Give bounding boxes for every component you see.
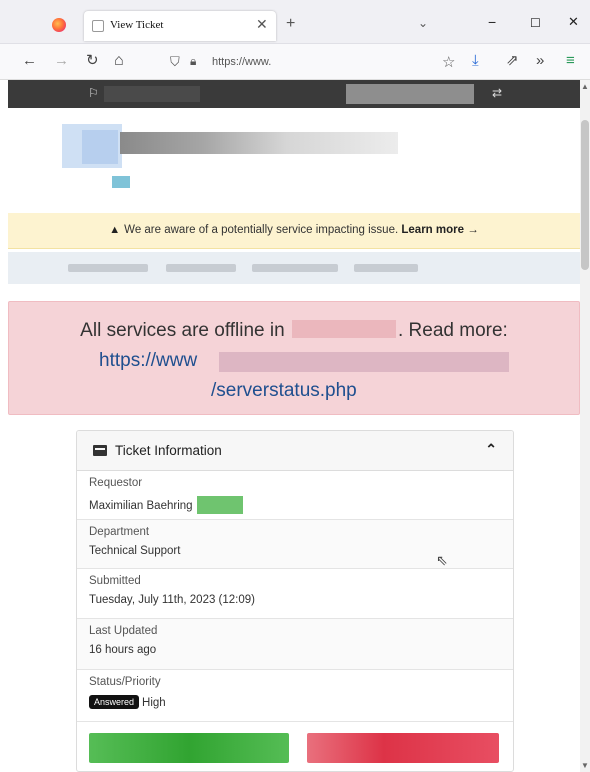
shuffle-icon[interactable]: ⇄ xyxy=(492,86,502,100)
field-label: Last Updated xyxy=(89,625,158,637)
extensions-icon[interactable]: ⇗ xyxy=(506,53,519,69)
server-status-link[interactable]: https://www xyxy=(99,350,197,372)
outage-text-before: All services are offline in xyxy=(80,320,285,341)
ticket-information-card: Ticket Information ⌃ Requestor Maximilia… xyxy=(76,430,514,772)
nav-item[interactable] xyxy=(166,264,236,272)
scroll-up-arrow-icon[interactable]: ▲ xyxy=(581,82,589,91)
field-label: Status/Priority xyxy=(89,676,161,688)
field-label: Requestor xyxy=(89,477,143,489)
page-favicon-icon xyxy=(92,20,104,32)
warning-icon: ▲ xyxy=(109,224,121,236)
browser-tab-strip: View Ticket ✕ + ⌄ − ☐ ✕ xyxy=(0,0,590,44)
last-updated-row: Last Updated 16 hours ago xyxy=(77,619,513,670)
home-button[interactable]: ⌂ xyxy=(114,53,124,69)
outage-banner: All services are offline in . Read more:… xyxy=(8,301,580,415)
lock-icon[interactable]: 🔒︎ xyxy=(190,54,196,69)
close-tab-icon[interactable]: ✕ xyxy=(256,16,268,33)
reply-button[interactable] xyxy=(89,733,289,763)
site-logo-text xyxy=(120,132,398,154)
requestor-value: Maximilian Baehring xyxy=(89,496,243,514)
field-label: Submitted xyxy=(89,575,141,587)
tab-view-ticket[interactable]: View Ticket ✕ xyxy=(84,11,276,41)
forward-button[interactable]: → xyxy=(54,53,69,69)
status-priority-row: Status/Priority Answered High xyxy=(77,670,513,722)
close-window-button[interactable]: ✕ xyxy=(568,14,579,30)
outage-message: All services are offline in . Read more: xyxy=(9,320,579,342)
maximize-button[interactable]: ☐ xyxy=(530,16,541,30)
service-notice-bar: ▲ We are aware of a potentially service i… xyxy=(8,213,580,249)
requestor-name: Maximilian Baehring xyxy=(89,500,193,512)
address-bar[interactable]: ⛉ 🔒︎ https://www. ☆ xyxy=(160,49,462,75)
nav-item[interactable] xyxy=(252,264,338,272)
server-status-link-path[interactable]: /serverstatus.php xyxy=(211,380,357,402)
url-text[interactable]: https://www. xyxy=(212,56,271,68)
reload-button[interactable]: ↻ xyxy=(86,53,99,69)
app-menu-icon[interactable]: ≡ xyxy=(566,53,575,69)
site-logo-mark xyxy=(82,130,118,164)
nav-item[interactable] xyxy=(354,264,418,272)
firefox-icon[interactable] xyxy=(52,18,66,32)
card-header[interactable]: Ticket Information ⌃ xyxy=(77,431,513,471)
new-tab-button[interactable]: + xyxy=(286,15,295,33)
close-ticket-button[interactable] xyxy=(307,733,499,763)
page-scrollbar[interactable]: ▲ ▼ xyxy=(580,80,590,772)
nav-item[interactable] xyxy=(68,264,148,272)
scroll-down-arrow-icon[interactable]: ▼ xyxy=(581,761,589,770)
minimize-button[interactable]: − xyxy=(488,14,496,30)
department-value: Technical Support xyxy=(89,545,181,557)
collapse-chevron-icon[interactable]: ⌃ xyxy=(485,441,497,458)
outage-text-after: . Read more: xyxy=(397,320,508,341)
learn-more-link[interactable]: Learn more → xyxy=(401,224,478,236)
redacted-region xyxy=(104,86,200,102)
status-priority-value: Answered High xyxy=(89,695,166,709)
field-label: Department xyxy=(89,526,150,538)
secondary-navigation xyxy=(8,252,580,284)
downloads-icon[interactable]: ⤓ xyxy=(472,53,479,69)
back-button[interactable]: ← xyxy=(22,53,37,69)
card-title: Ticket Information xyxy=(115,443,222,458)
id-card-icon xyxy=(93,445,107,456)
submitted-value: Tuesday, July 11th, 2023 (12:09) xyxy=(89,594,255,606)
list-tabs-chevron-icon[interactable]: ⌄ xyxy=(418,16,428,30)
overflow-menu-icon[interactable]: » xyxy=(536,53,544,69)
requestor-row: Requestor Maximilian Baehring xyxy=(77,471,513,520)
status-badge: Answered xyxy=(89,695,140,709)
priority-value: High xyxy=(142,697,166,709)
site-top-bar: ⚐ ⇄ xyxy=(8,80,580,108)
tracking-protection-shield-icon[interactable]: ⛉ xyxy=(170,54,180,70)
redacted-region xyxy=(291,320,396,338)
submitted-row: Submitted Tuesday, July 11th, 2023 (12:0… xyxy=(77,569,513,619)
notice-text: We are aware of a potentially service im… xyxy=(124,224,399,236)
site-logo-sub xyxy=(112,176,130,188)
browser-navigation-bar: ← → ↻ ⌂ ⛉ 🔒︎ https://www. ☆ ⤓ ⇗ » ≡ xyxy=(0,44,590,80)
flag-icon[interactable]: ⚐ xyxy=(88,86,99,100)
tab-title: View Ticket xyxy=(110,19,164,31)
scrollbar-thumb[interactable] xyxy=(581,120,589,270)
last-updated-value: 16 hours ago xyxy=(89,644,157,656)
redacted-region xyxy=(196,496,243,514)
redacted-region xyxy=(219,352,509,372)
bookmark-star-icon[interactable]: ☆ xyxy=(442,53,455,71)
redacted-region xyxy=(346,84,474,104)
mouse-cursor-icon: ⇖ xyxy=(436,552,448,568)
